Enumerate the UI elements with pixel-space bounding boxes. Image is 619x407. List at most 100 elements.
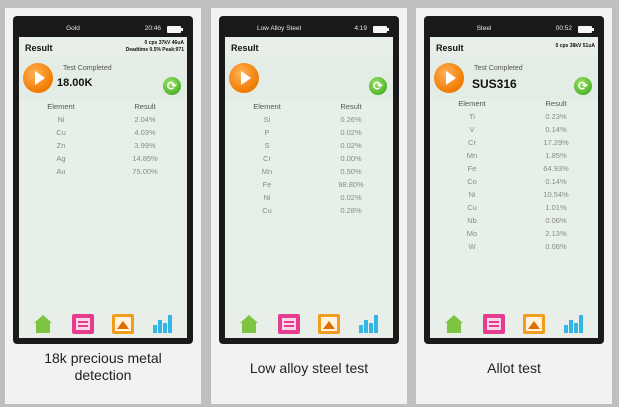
- element-cell: Ni: [57, 115, 65, 124]
- report-icon[interactable]: [278, 314, 300, 334]
- result-cell: 0.23%: [545, 112, 567, 121]
- play-button-icon[interactable]: [23, 63, 53, 93]
- play-button-icon[interactable]: [434, 63, 464, 93]
- battery-icon: [373, 26, 389, 33]
- test-summary: Test Completed SUS316 ⟳: [430, 57, 598, 99]
- result-cell: 0.14%: [545, 177, 567, 186]
- table-row: Fe 64.93%: [430, 162, 598, 175]
- statistics-icon[interactable]: [358, 314, 380, 334]
- table-row: W 0.06%: [430, 240, 598, 253]
- results-table: Element Result Si 0.26% P 0.02% S 0.02% Cr 0…: [225, 99, 393, 217]
- results-table: Element Result Ti 0.23% V 0.14% Cr 17.29% M…: [430, 96, 598, 253]
- panel-18k-gold: Gold 20:46 Result 0 cps 37kV 46uA Deadti…: [5, 8, 201, 404]
- clock: 20:46: [144, 25, 161, 32]
- table-row: Mn 0.50%: [225, 165, 393, 178]
- col-element-header: Element: [458, 98, 486, 108]
- result-cell: 0.50%: [340, 167, 362, 176]
- result-cell: 1.01%: [545, 203, 567, 212]
- panel-low-alloy-steel: Low Alloy Steel 4:19 Result ⟳ Element Re…: [211, 8, 407, 404]
- result-cell: 0.26%: [340, 115, 362, 124]
- statistics-icon[interactable]: [152, 314, 174, 334]
- table-row: V 0.14%: [430, 123, 598, 136]
- table-row: Fe 98.80%: [225, 178, 393, 191]
- test-status: Test Completed: [63, 65, 112, 72]
- element-cell: Ni: [468, 190, 476, 199]
- element-cell: Zn: [56, 141, 66, 150]
- element-cell: Si: [263, 115, 271, 124]
- table-row: Si 0.26%: [225, 113, 393, 126]
- element-cell: Au: [56, 167, 66, 176]
- result-cell: 3.99%: [134, 141, 156, 150]
- table-row: Cu 0.28%: [225, 204, 393, 217]
- table-row: Ni 10.54%: [430, 188, 598, 201]
- mode-label: Gold: [66, 25, 80, 32]
- home-icon[interactable]: [32, 314, 54, 334]
- result-cell: 98.80%: [338, 180, 364, 189]
- status-bar: Low Alloy Steel 4:19: [225, 22, 393, 37]
- element-cell: Cr: [468, 138, 476, 147]
- element-cell: P: [264, 128, 270, 137]
- table-row: Mo 2.13%: [430, 227, 598, 240]
- table-row: Nb 0.06%: [430, 214, 598, 227]
- test-summary: Test Completed 18.00K ⟳: [19, 57, 187, 99]
- result-cell: 0.06%: [545, 216, 567, 225]
- table-row: Cu 4.03%: [19, 126, 187, 139]
- analyzer-device: Steel 00:52 Result 0 cps 38kV 51uA Test …: [424, 16, 604, 344]
- analyzer-device: Low Alloy Steel 4:19 Result ⟳ Element Re…: [219, 16, 399, 344]
- table-row: Cu 1.01%: [430, 201, 598, 214]
- element-cell: Cu: [262, 206, 272, 215]
- result-cell: 0.14%: [545, 125, 567, 134]
- result-title: Result: [231, 43, 259, 53]
- table-row: Ag 14.85%: [19, 152, 187, 165]
- identified-grade: 18.00K: [57, 77, 93, 89]
- params-line-2: Deadtime 0.5% Peak:971: [125, 47, 184, 53]
- element-cell: Co: [467, 177, 477, 186]
- element-cell: Cu: [56, 128, 66, 137]
- bottom-taskbar: [225, 310, 393, 338]
- element-cell: Mn: [466, 151, 478, 160]
- spectrum-icon[interactable]: [112, 314, 134, 334]
- report-icon[interactable]: [72, 314, 94, 334]
- table-row: Cr 0.00%: [225, 152, 393, 165]
- measurement-params: 0 cps 37kV 46uA Deadtime 0.5% Peak:971: [126, 40, 184, 54]
- home-icon[interactable]: [238, 314, 260, 334]
- home-icon[interactable]: [443, 314, 465, 334]
- play-button-icon[interactable]: [229, 63, 259, 93]
- test-summary: ⟳: [225, 57, 393, 99]
- element-cell: Fe: [467, 164, 477, 173]
- table-row: S 0.02%: [225, 139, 393, 152]
- spectrum-icon[interactable]: [523, 314, 545, 334]
- status-bar: Gold 20:46: [19, 22, 187, 37]
- element-cell: Cr: [263, 154, 271, 163]
- params-line-1: 0 cps 38kV 51uA: [555, 43, 595, 49]
- table-header: Element Result: [19, 99, 187, 113]
- panel-caption: 18k precious metal detection: [44, 350, 162, 383]
- result-cell: 1.85%: [545, 151, 567, 160]
- refresh-icon[interactable]: ⟳: [574, 77, 592, 95]
- battery-icon: [578, 26, 594, 33]
- element-cell: W: [468, 242, 476, 251]
- bottom-taskbar: [19, 310, 187, 338]
- result-cell: 17.29%: [543, 138, 569, 147]
- element-cell: S: [264, 141, 270, 150]
- spectrum-icon[interactable]: [318, 314, 340, 334]
- table-row: P 0.02%: [225, 126, 393, 139]
- statistics-icon[interactable]: [563, 314, 585, 334]
- element-cell: Mn: [261, 167, 273, 176]
- report-icon[interactable]: [483, 314, 505, 334]
- refresh-icon[interactable]: ⟳: [163, 77, 181, 95]
- result-cell: 75.00%: [132, 167, 158, 176]
- measurement-params: 0 cps 38kV 51uA: [556, 43, 595, 50]
- result-title: Result: [25, 43, 53, 53]
- bottom-taskbar: [430, 310, 598, 338]
- table-row: Ni 2.04%: [19, 113, 187, 126]
- clock: 00:52: [555, 25, 572, 32]
- element-cell: Ag: [56, 154, 66, 163]
- result-cell: 2.13%: [545, 229, 567, 238]
- element-cell: Ti: [469, 112, 475, 121]
- panel-alloy-test: Steel 00:52 Result 0 cps 38kV 51uA Test …: [416, 8, 612, 404]
- element-cell: Cu: [467, 203, 477, 212]
- result-cell: 4.03%: [134, 128, 156, 137]
- refresh-icon[interactable]: ⟳: [369, 77, 387, 95]
- table-header: Element Result: [430, 96, 598, 110]
